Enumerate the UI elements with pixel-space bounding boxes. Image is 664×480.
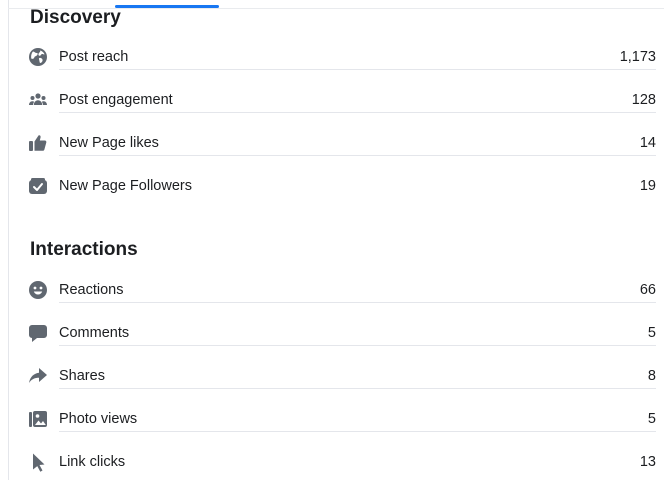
globe-icon <box>28 47 48 67</box>
row-divider <box>59 302 656 303</box>
metric-value: 5 <box>647 411 656 427</box>
row-divider <box>59 155 656 156</box>
metric-row-new-page-likes[interactable]: New Page likes 14 <box>28 131 656 156</box>
cursor-icon <box>28 452 48 472</box>
metric-label: Reactions <box>59 282 124 298</box>
metric-row-post-engagement[interactable]: Post engagement 128 <box>28 88 656 113</box>
photo-icon <box>28 409 48 429</box>
metric-value: 5 <box>647 325 656 341</box>
metric-label: New Page likes <box>59 135 159 151</box>
interactions-heading: Interactions <box>30 239 138 260</box>
metric-row-reactions[interactable]: Reactions 66 <box>28 278 656 303</box>
metric-row-shares[interactable]: Shares 8 <box>28 364 656 389</box>
metric-row-new-page-followers[interactable]: New Page Followers 19 <box>28 174 656 198</box>
metric-label: Link clicks <box>59 454 126 470</box>
metric-label: Post engagement <box>59 92 173 108</box>
metric-label: Comments <box>59 325 130 341</box>
metric-row-comments[interactable]: Comments 5 <box>28 321 656 346</box>
metric-row-post-reach[interactable]: Post reach 1,173 <box>28 45 656 70</box>
panel-left-border <box>8 0 9 480</box>
smiley-icon <box>28 280 48 300</box>
people-icon <box>28 90 48 110</box>
metric-value: 19 <box>639 178 656 194</box>
metric-label: Shares <box>59 368 105 384</box>
discovery-heading: Discovery <box>30 7 121 28</box>
follow-check-icon <box>28 176 48 196</box>
row-divider <box>59 112 656 113</box>
metric-value: 66 <box>639 282 656 298</box>
thumbs-up-icon <box>28 133 48 153</box>
metric-value: 14 <box>639 135 656 151</box>
metric-value: 128 <box>631 92 656 108</box>
metric-label: New Page Followers <box>59 178 192 194</box>
metric-label: Post reach <box>59 49 129 65</box>
metric-value: 1,173 <box>619 49 656 65</box>
row-divider <box>59 431 656 432</box>
row-divider <box>59 388 656 389</box>
active-tab-indicator <box>115 5 219 8</box>
row-divider <box>59 345 656 346</box>
share-arrow-icon <box>28 366 48 386</box>
metric-row-link-clicks[interactable]: Link clicks 13 <box>28 450 656 474</box>
metric-label: Photo views <box>59 411 138 427</box>
metric-value: 8 <box>647 368 656 384</box>
row-divider <box>59 69 656 70</box>
metric-value: 13 <box>639 454 656 470</box>
metric-row-photo-views[interactable]: Photo views 5 <box>28 407 656 432</box>
comment-bubble-icon <box>28 323 48 343</box>
